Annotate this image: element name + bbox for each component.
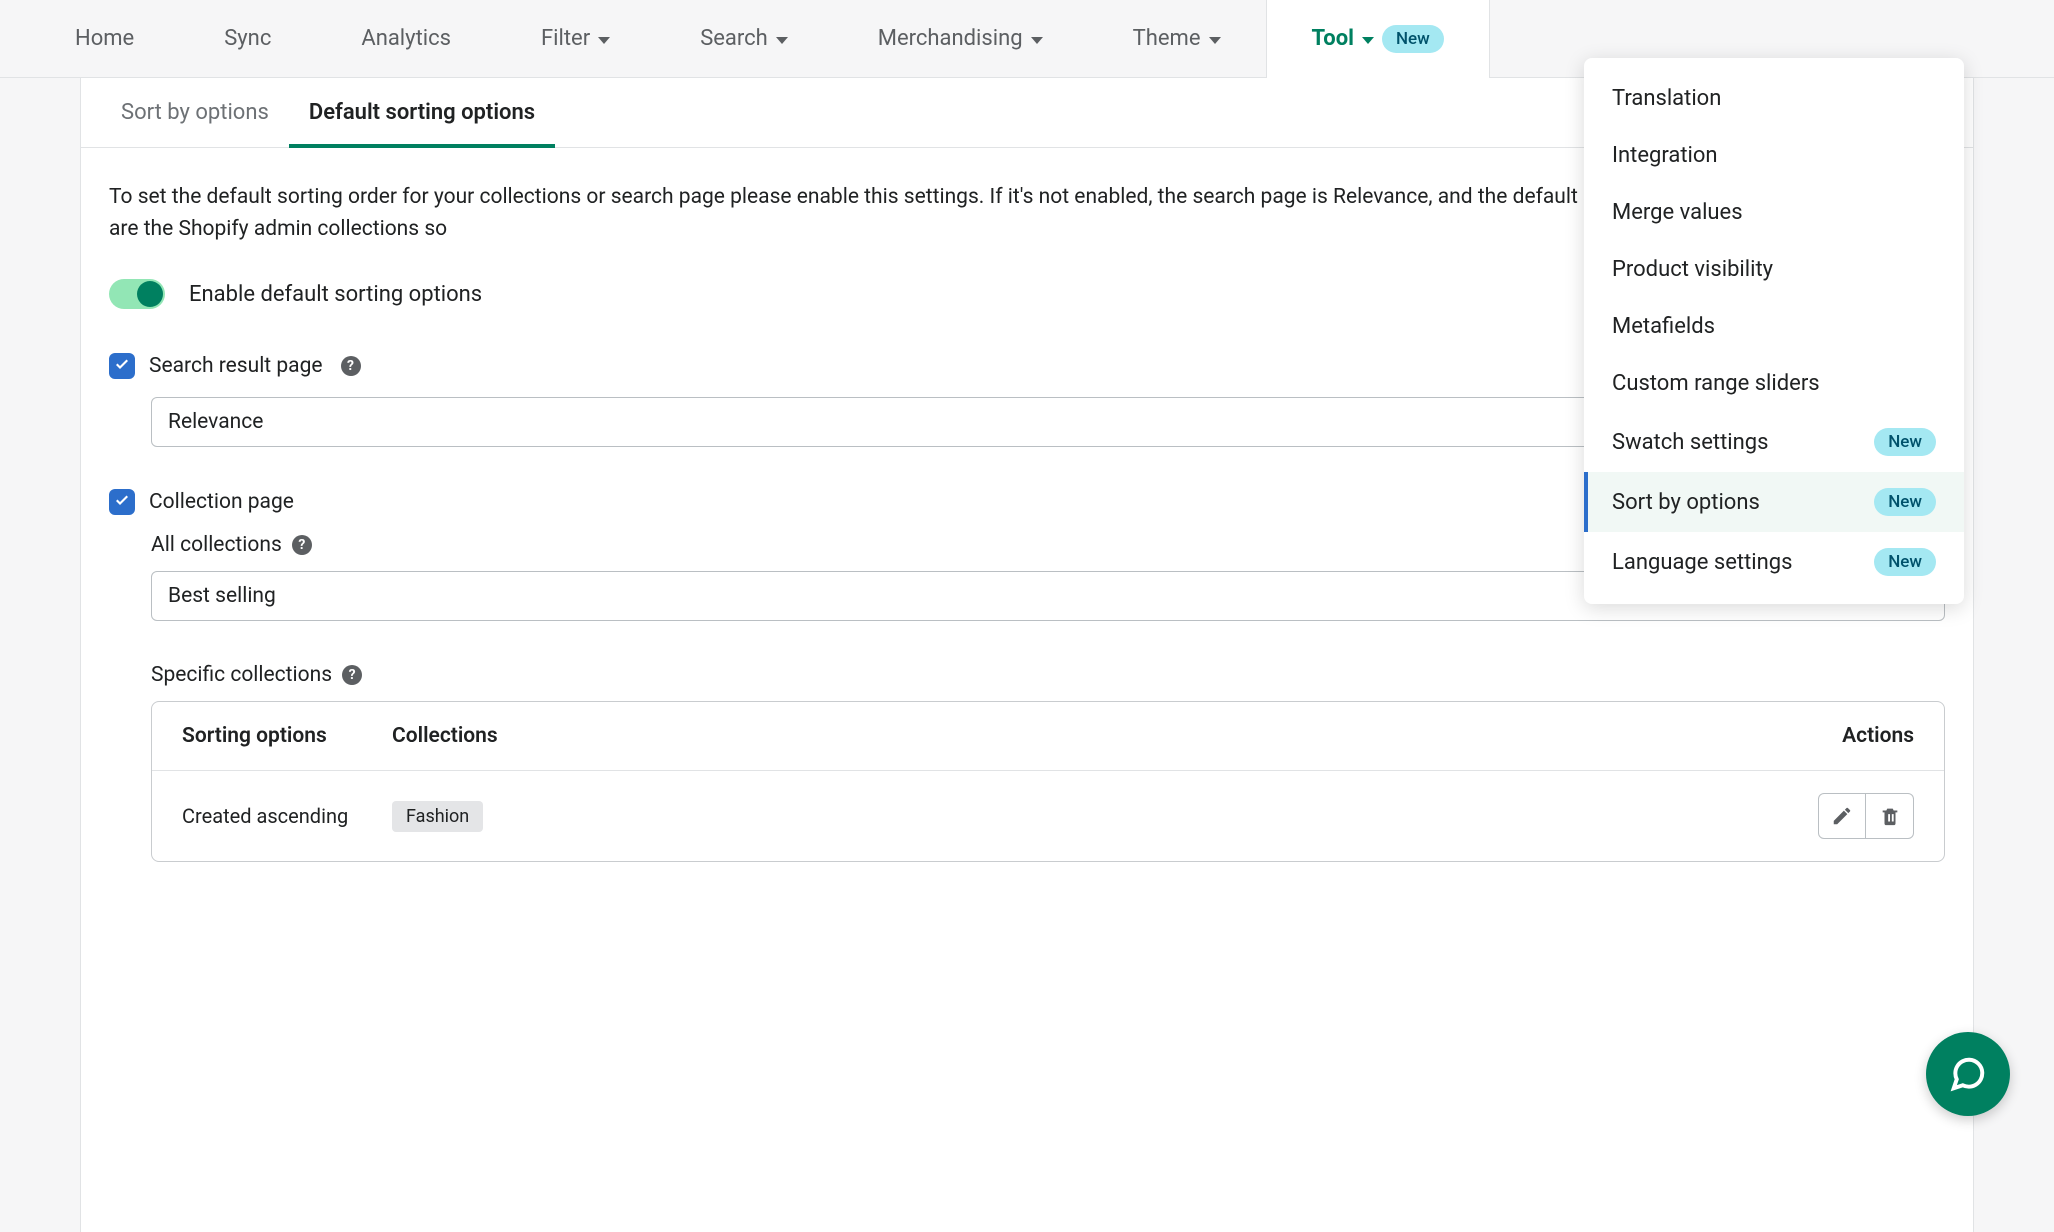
nav-home[interactable]: Home [30,0,179,78]
table-row: Created ascending Fashion [152,771,1944,861]
dropdown-integration-label: Integration [1612,143,1718,168]
nav-merchandising-label: Merchandising [878,26,1023,51]
row-actions [1794,793,1914,839]
all-collections-select-value: Best selling [168,584,276,608]
col-header-actions: Actions [1794,724,1914,748]
col-header-collections: Collections [392,724,1794,748]
tool-dropdown-menu: Translation Integration Merge values Pro… [1584,58,1964,604]
help-icon[interactable]: ? [292,535,312,555]
new-badge: New [1874,488,1936,516]
dropdown-translation-label: Translation [1612,86,1721,111]
nav-filter[interactable]: Filter [496,0,655,78]
enable-toggle[interactable] [109,279,165,309]
nav-search[interactable]: Search [655,0,833,78]
search-page-checkbox[interactable] [109,353,135,379]
chevron-down-icon [1209,37,1221,44]
dropdown-metafields-label: Metafields [1612,314,1715,339]
toggle-knob [137,281,163,307]
dropdown-metafields[interactable]: Metafields [1584,298,1964,355]
dropdown-product-visibility-label: Product visibility [1612,257,1773,282]
tab-sort-by-label: Sort by options [121,100,269,125]
new-badge: New [1382,25,1444,53]
specific-collections-table: Sorting options Collections Actions Crea… [151,701,1945,862]
dropdown-sort-by-options[interactable]: Sort by options New [1584,472,1964,532]
col-header-sorting: Sorting options [182,724,392,748]
enable-toggle-label: Enable default sorting options [189,282,482,307]
dropdown-swatch-settings-label: Swatch settings [1612,430,1768,455]
nav-merchandising[interactable]: Merchandising [833,0,1088,78]
trash-icon [1879,805,1901,827]
nav-theme[interactable]: Theme [1088,0,1266,78]
dropdown-custom-range-sliders-label: Custom range sliders [1612,371,1820,396]
new-badge: New [1874,548,1936,576]
dropdown-product-visibility[interactable]: Product visibility [1584,241,1964,298]
nav-analytics[interactable]: Analytics [316,0,496,78]
row-sorting-value: Created ascending [182,804,392,828]
pencil-icon [1831,805,1853,827]
dropdown-translation[interactable]: Translation [1584,70,1964,127]
chevron-down-icon [1362,37,1374,44]
edit-button[interactable] [1818,793,1866,839]
specific-collections-label: Specific collections [151,663,332,687]
nav-tool[interactable]: Tool New [1266,0,1490,78]
row-collections-value: Fashion [392,801,1794,832]
help-icon[interactable]: ? [342,665,362,685]
delete-button[interactable] [1866,793,1914,839]
tab-default-sorting-options[interactable]: Default sorting options [289,78,555,147]
check-icon [114,358,130,374]
nav-analytics-label: Analytics [361,26,451,51]
chat-icon [1949,1055,1987,1093]
tab-sort-by-options[interactable]: Sort by options [101,78,289,147]
chevron-down-icon [1031,37,1043,44]
chevron-down-icon [598,37,610,44]
tab-default-sorting-label: Default sorting options [309,100,535,125]
chevron-down-icon [776,37,788,44]
check-icon [114,494,130,510]
table-header: Sorting options Collections Actions [152,702,1944,771]
nav-theme-label: Theme [1133,26,1201,51]
dropdown-language-settings-label: Language settings [1612,550,1793,575]
search-page-select-value: Relevance [168,410,263,434]
dropdown-integration[interactable]: Integration [1584,127,1964,184]
dropdown-sort-by-options-label: Sort by options [1612,490,1760,515]
chat-fab[interactable] [1926,1032,2010,1116]
dropdown-language-settings[interactable]: Language settings New [1584,532,1964,592]
nav-tool-label: Tool [1312,26,1354,51]
nav-home-label: Home [75,26,134,51]
dropdown-merge-values-label: Merge values [1612,200,1743,225]
nav-sync-label: Sync [224,26,271,51]
collection-tag: Fashion [392,801,483,832]
dropdown-custom-range-sliders[interactable]: Custom range sliders [1584,355,1964,412]
all-collections-label: All collections [151,533,282,557]
new-badge: New [1874,428,1936,456]
nav-filter-label: Filter [541,26,590,51]
specific-collections-label-row: Specific collections ? [151,663,1945,687]
search-page-label: Search result page [149,354,323,378]
collection-page-label: Collection page [149,490,294,514]
collection-page-checkbox[interactable] [109,489,135,515]
help-icon[interactable]: ? [341,356,361,376]
nav-sync[interactable]: Sync [179,0,316,78]
nav-search-label: Search [700,26,768,51]
dropdown-swatch-settings[interactable]: Swatch settings New [1584,412,1964,472]
dropdown-merge-values[interactable]: Merge values [1584,184,1964,241]
